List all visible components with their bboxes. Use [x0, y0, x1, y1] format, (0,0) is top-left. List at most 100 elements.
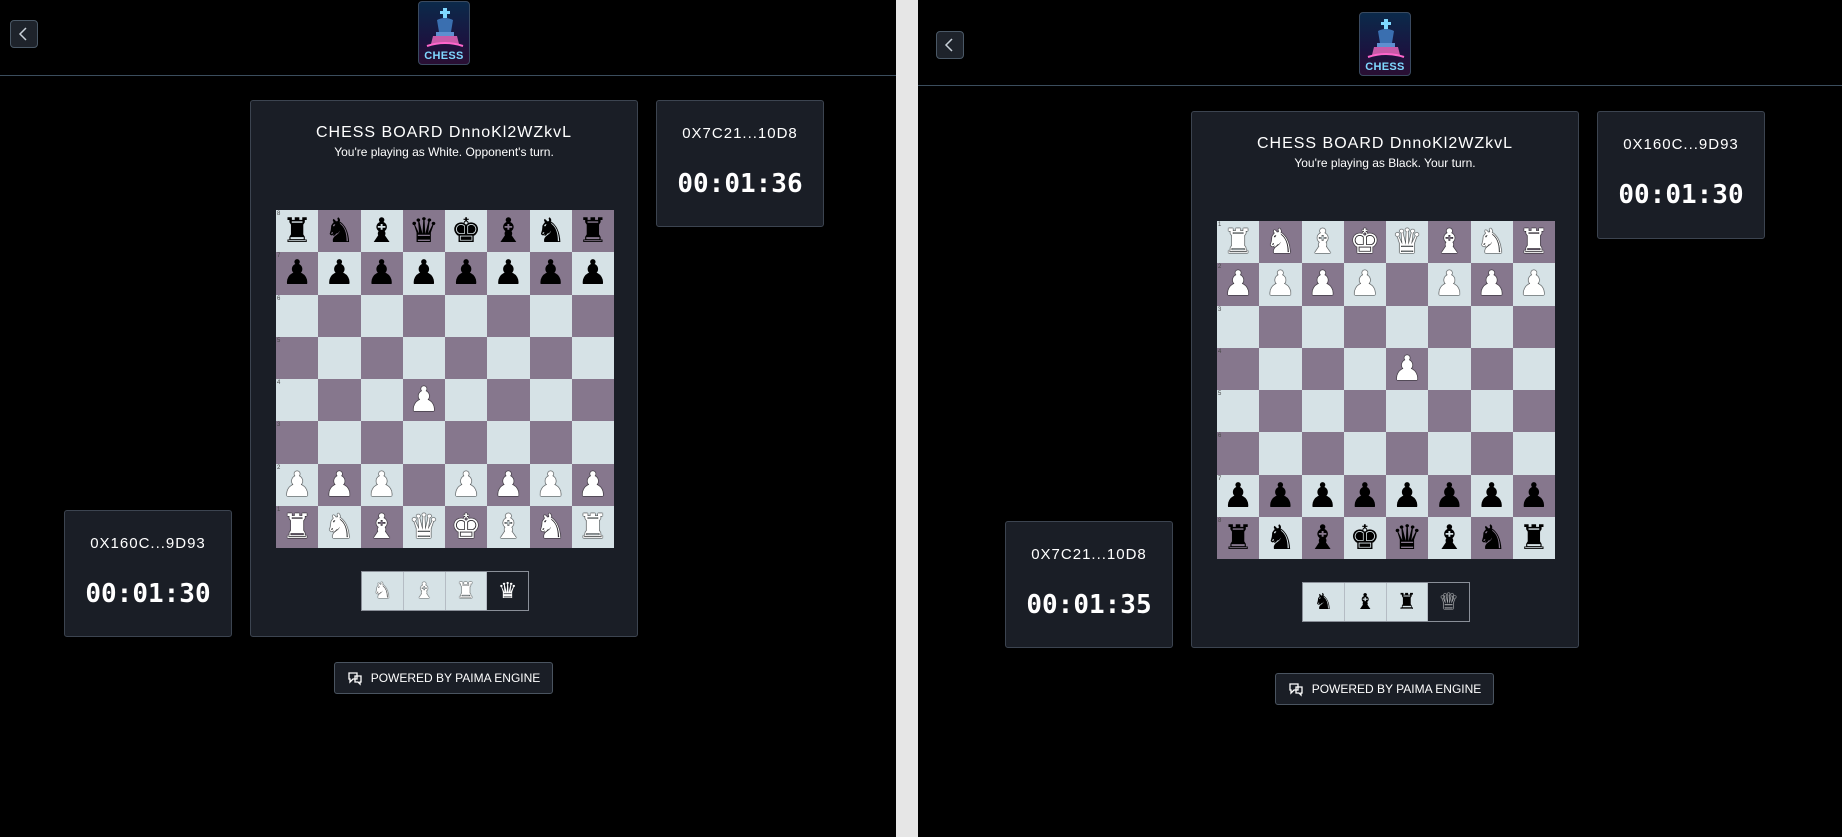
board-square[interactable]: ♛	[402, 505, 445, 548]
white-rook-piece[interactable]: ♜	[572, 506, 614, 548]
board-square[interactable]: ♝	[360, 210, 403, 253]
board-square[interactable]: ♟	[318, 463, 361, 506]
board-square[interactable]: 4	[1217, 347, 1260, 390]
board-square[interactable]	[1343, 305, 1386, 348]
board-square[interactable]: 2 ♟	[1217, 263, 1260, 306]
promote-knight-button[interactable]: ♞	[362, 572, 404, 610]
board-square[interactable]: ♚	[1343, 221, 1386, 264]
board-square[interactable]: ♟	[529, 252, 572, 295]
black-knight-piece[interactable]: ♞	[1259, 517, 1301, 559]
board-square[interactable]	[1470, 305, 1513, 348]
board-square[interactable]	[1512, 305, 1555, 348]
black-pawn-piece[interactable]: ♟	[1259, 475, 1301, 517]
black-pawn-piece[interactable]: ♟	[276, 252, 318, 294]
black-pawn-piece[interactable]: ♟	[572, 252, 614, 294]
board-square[interactable]: ♝	[487, 505, 530, 548]
white-pawn-piece[interactable]: ♟	[1386, 348, 1428, 390]
board-square[interactable]: ♛	[402, 210, 445, 253]
white-pawn-piece[interactable]: ♟	[445, 464, 487, 506]
white-king-piece[interactable]: ♚	[445, 506, 487, 548]
board-square[interactable]: 7 ♟	[1217, 474, 1260, 517]
board-square[interactable]: ♝	[1301, 221, 1344, 264]
black-pawn-piece[interactable]: ♟	[487, 252, 529, 294]
board-square[interactable]	[360, 421, 403, 464]
board-square[interactable]	[1428, 347, 1471, 390]
board-square[interactable]	[529, 294, 572, 337]
chess-board[interactable]: 1 ♜ ♞ ♝ ♚ ♛ ♝ ♞ ♜ 2 ♟ ♟ ♟ ♟ ♟ ♟ ♟ 3 4 ♟ 5 6 7 ♟ ♟ ♟ ♟ ♟ ♟ ♟ ♟ 8 ♜ ♞ ♝ ♚ ♛ ♝ ♞ ♜	[1217, 221, 1555, 559]
board-square[interactable]: ♞	[1470, 221, 1513, 264]
black-bishop-piece[interactable]: ♝	[361, 210, 403, 252]
board-square[interactable]	[1512, 390, 1555, 433]
black-pawn-piece[interactable]: ♟	[318, 252, 360, 294]
board-square[interactable]: ♟	[1512, 474, 1555, 517]
promote-queen-button[interactable]: ♛	[1428, 583, 1469, 621]
white-knight-piece[interactable]: ♞	[1259, 221, 1301, 263]
black-queen-piece[interactable]: ♛	[1386, 517, 1428, 559]
board-square[interactable]	[1301, 305, 1344, 348]
black-pawn-piece[interactable]: ♟	[1302, 475, 1344, 517]
board-square[interactable]: 4	[276, 379, 319, 422]
board-square[interactable]: ♟	[445, 252, 488, 295]
board-square[interactable]: ♟	[318, 252, 361, 295]
promote-rook-button[interactable]: ♜	[1387, 583, 1429, 621]
white-pawn-piece[interactable]: ♟	[361, 464, 403, 506]
board-square[interactable]	[318, 379, 361, 422]
black-pawn-piece[interactable]: ♟	[445, 252, 487, 294]
board-square[interactable]: ♚	[1343, 516, 1386, 559]
board-square[interactable]	[318, 421, 361, 464]
board-square[interactable]: ♜	[571, 210, 614, 253]
white-pawn-piece[interactable]: ♟	[1217, 263, 1259, 305]
board-square[interactable]	[318, 294, 361, 337]
white-bishop-piece[interactable]: ♝	[1428, 221, 1470, 263]
board-square[interactable]: ♟	[360, 463, 403, 506]
board-square[interactable]	[1259, 347, 1302, 390]
white-king-piece[interactable]: ♚	[1344, 221, 1386, 263]
black-knight-piece[interactable]: ♞	[318, 210, 360, 252]
board-square[interactable]: ♜	[571, 505, 614, 548]
board-square[interactable]: ♟	[1259, 263, 1302, 306]
black-queen-piece[interactable]: ♛	[403, 210, 445, 252]
white-knight-piece[interactable]: ♞	[530, 506, 572, 548]
board-square[interactable]: ♞	[1259, 516, 1302, 559]
board-square[interactable]	[529, 421, 572, 464]
board-square[interactable]: ♛	[1386, 221, 1429, 264]
board-square[interactable]	[445, 294, 488, 337]
black-rook-piece[interactable]: ♜	[276, 210, 318, 252]
board-square[interactable]	[529, 336, 572, 379]
black-pawn-piece[interactable]: ♟	[1428, 475, 1470, 517]
board-square[interactable]	[1386, 305, 1429, 348]
board-square[interactable]: ♟	[1259, 474, 1302, 517]
board-square[interactable]	[1259, 432, 1302, 475]
board-square[interactable]: 8 ♜	[276, 210, 319, 253]
board-square[interactable]	[571, 294, 614, 337]
board-square[interactable]	[1386, 390, 1429, 433]
board-square[interactable]	[1470, 390, 1513, 433]
promote-bishop-button[interactable]: ♝	[1345, 583, 1387, 621]
black-king-piece[interactable]: ♚	[445, 210, 487, 252]
board-square[interactable]	[1343, 390, 1386, 433]
white-knight-piece[interactable]: ♞	[1471, 221, 1513, 263]
board-square[interactable]	[1428, 432, 1471, 475]
board-square[interactable]: 5	[1217, 390, 1260, 433]
white-pawn-piece[interactable]: ♟	[572, 464, 614, 506]
white-pawn-piece[interactable]: ♟	[276, 464, 318, 506]
back-button[interactable]	[10, 20, 38, 48]
powered-by-paima-button[interactable]: POWERED BY PAIMA ENGINE	[334, 662, 553, 694]
white-queen-piece[interactable]: ♛	[1386, 221, 1428, 263]
black-pawn-piece[interactable]: ♟	[1217, 475, 1259, 517]
board-square[interactable]	[487, 421, 530, 464]
board-square[interactable]	[402, 336, 445, 379]
black-pawn-piece[interactable]: ♟	[1513, 475, 1555, 517]
white-rook-piece[interactable]: ♜	[1217, 221, 1259, 263]
board-square[interactable]	[1301, 432, 1344, 475]
board-square[interactable]	[402, 463, 445, 506]
promote-rook-button[interactable]: ♜	[446, 572, 488, 610]
board-square[interactable]	[1512, 347, 1555, 390]
board-square[interactable]: ♟	[1428, 263, 1471, 306]
board-square[interactable]: ♟	[1386, 347, 1429, 390]
board-square[interactable]: ♟	[571, 252, 614, 295]
black-rook-piece[interactable]: ♜	[572, 210, 614, 252]
white-pawn-piece[interactable]: ♟	[1513, 263, 1555, 305]
board-square[interactable]	[571, 421, 614, 464]
black-bishop-piece[interactable]: ♝	[487, 210, 529, 252]
